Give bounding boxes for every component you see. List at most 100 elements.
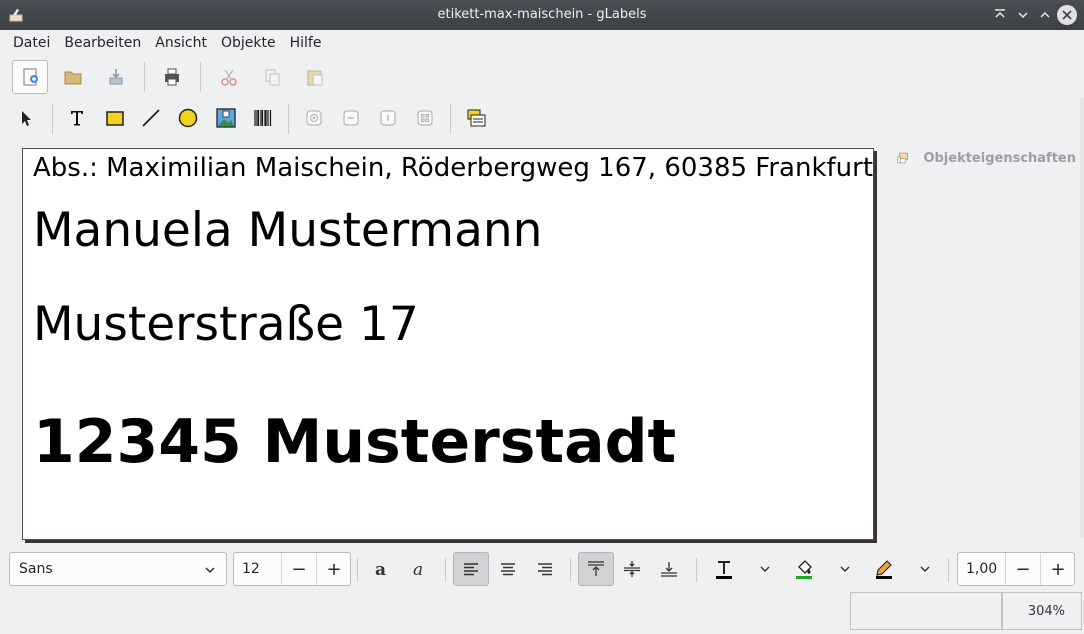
zoom-fit-button[interactable] xyxy=(407,101,443,135)
pencil-icon xyxy=(876,560,892,579)
font-size-increase-button[interactable]: + xyxy=(316,553,351,585)
valign-middle-button[interactable] xyxy=(614,552,650,586)
font-size-value[interactable]: 12 xyxy=(234,561,260,577)
new-icon xyxy=(23,68,38,86)
object-properties-panel: Objekteigenschaften xyxy=(896,146,1076,170)
menu-hilfe[interactable]: Hilfe xyxy=(283,35,329,51)
copy-button[interactable] xyxy=(254,60,290,94)
barcode-icon xyxy=(254,110,272,126)
font-family-select[interactable]: Sans xyxy=(9,552,227,586)
fill-color-button[interactable] xyxy=(786,552,822,586)
line-width-value[interactable]: 1,00 xyxy=(958,561,997,577)
bold-button[interactable]: a xyxy=(364,552,400,586)
valign-top-button[interactable] xyxy=(578,552,614,586)
format-separator xyxy=(357,558,358,582)
text-color-icon xyxy=(716,561,732,579)
save-icon xyxy=(109,69,123,85)
main-toolbar xyxy=(0,56,1084,98)
menu-bar: Datei Bearbeiten Ansicht Objekte Hilfe xyxy=(0,30,1084,56)
box-tool-button[interactable] xyxy=(97,101,133,135)
zoom-out-button[interactable] xyxy=(333,101,369,135)
keep-above-button[interactable] xyxy=(990,5,1010,25)
zoom-1-icon xyxy=(380,110,396,126)
keep-above-icon xyxy=(995,9,1005,18)
cut-icon xyxy=(221,69,237,86)
cut-button[interactable] xyxy=(211,60,247,94)
label-canvas[interactable]: Abs.: Maximilian Maischein, Röderbergweg… xyxy=(22,148,874,540)
text-color-button[interactable] xyxy=(706,552,742,586)
toolbar-separator xyxy=(144,62,145,92)
menu-ansicht[interactable]: Ansicht xyxy=(148,35,214,51)
toolbar-separator xyxy=(200,62,201,92)
italic-button[interactable]: a xyxy=(402,552,438,586)
paste-button[interactable] xyxy=(297,60,333,94)
sender-text[interactable]: Abs.: Maximilian Maischein, Röderbergweg… xyxy=(33,153,873,183)
font-size-decrease-button[interactable]: − xyxy=(281,553,316,585)
line-width-increase-button[interactable]: + xyxy=(1040,553,1075,585)
paste-icon xyxy=(307,70,323,86)
align-left-button[interactable] xyxy=(453,552,489,586)
line-width-decrease-button[interactable]: − xyxy=(1005,553,1040,585)
recipient-street-text[interactable]: Musterstraße 17 xyxy=(33,297,419,352)
valign-top-icon xyxy=(588,561,604,576)
bold-icon: a xyxy=(375,560,386,580)
open-button[interactable] xyxy=(55,60,91,94)
line-width-spinbox[interactable]: 1,00 − + xyxy=(957,552,1075,586)
close-button[interactable] xyxy=(1057,5,1077,25)
format-separator xyxy=(445,558,446,582)
svg-text:a: a xyxy=(375,560,386,580)
new-button[interactable] xyxy=(12,60,48,94)
zoom-in-button[interactable] xyxy=(296,101,332,135)
recipient-name-text[interactable]: Manuela Mustermann xyxy=(33,203,542,258)
print-button[interactable] xyxy=(154,60,190,94)
select-tool-button[interactable] xyxy=(8,101,44,135)
font-family-value: Sans xyxy=(19,561,53,577)
format-separator xyxy=(948,558,949,582)
valign-bottom-icon xyxy=(661,562,677,577)
line-icon xyxy=(142,109,160,127)
title-bar: etikett-max-maischein - gLabels xyxy=(0,0,1084,30)
properties-icon xyxy=(897,152,908,164)
chevron-down-icon[interactable] xyxy=(918,562,932,576)
line-tool-button[interactable] xyxy=(133,101,169,135)
box-icon xyxy=(106,111,124,126)
menu-bearbeiten[interactable]: Bearbeiten xyxy=(57,35,148,51)
italic-icon: a xyxy=(413,560,423,580)
line-color-button[interactable] xyxy=(866,552,902,586)
drawing-toolbar xyxy=(0,98,1084,140)
copy-icon xyxy=(265,69,280,86)
format-separator xyxy=(696,558,697,582)
toolbar-separator xyxy=(288,104,289,134)
menu-objekte[interactable]: Objekte xyxy=(214,35,283,51)
merge-properties-button[interactable] xyxy=(458,101,494,135)
ellipse-tool-button[interactable] xyxy=(170,101,206,135)
cursor-position-cell xyxy=(850,592,1002,630)
toolbar-separator xyxy=(450,104,451,134)
minimize-button[interactable] xyxy=(1013,5,1033,25)
menu-datei[interactable]: Datei xyxy=(6,35,57,51)
recipient-city-text[interactable]: 12345 Musterstadt xyxy=(33,407,676,477)
text-tool-button[interactable] xyxy=(59,101,95,135)
font-size-spinbox[interactable]: 12 − + xyxy=(233,552,351,586)
maximize-button[interactable] xyxy=(1035,5,1055,25)
svg-text:a: a xyxy=(413,560,423,580)
toolbar-separator xyxy=(52,104,53,134)
save-button[interactable] xyxy=(98,60,134,94)
zoom-original-button[interactable] xyxy=(370,101,406,135)
image-tool-button[interactable] xyxy=(208,101,244,135)
align-center-icon xyxy=(501,563,515,576)
barcode-tool-button[interactable] xyxy=(245,101,281,135)
valign-bottom-button[interactable] xyxy=(651,552,687,586)
zoom-level: 304% xyxy=(1002,592,1082,630)
format-separator xyxy=(570,558,571,582)
chevron-down-icon[interactable] xyxy=(758,562,772,576)
align-left-icon xyxy=(464,563,478,576)
image-icon xyxy=(216,108,236,128)
ellipse-icon xyxy=(178,108,198,128)
chevron-down-icon[interactable] xyxy=(838,562,852,576)
maximize-icon xyxy=(1040,11,1050,18)
align-right-button[interactable] xyxy=(527,552,563,586)
align-center-button[interactable] xyxy=(490,552,526,586)
close-icon xyxy=(1062,10,1072,20)
zoom-out-icon xyxy=(343,110,359,126)
